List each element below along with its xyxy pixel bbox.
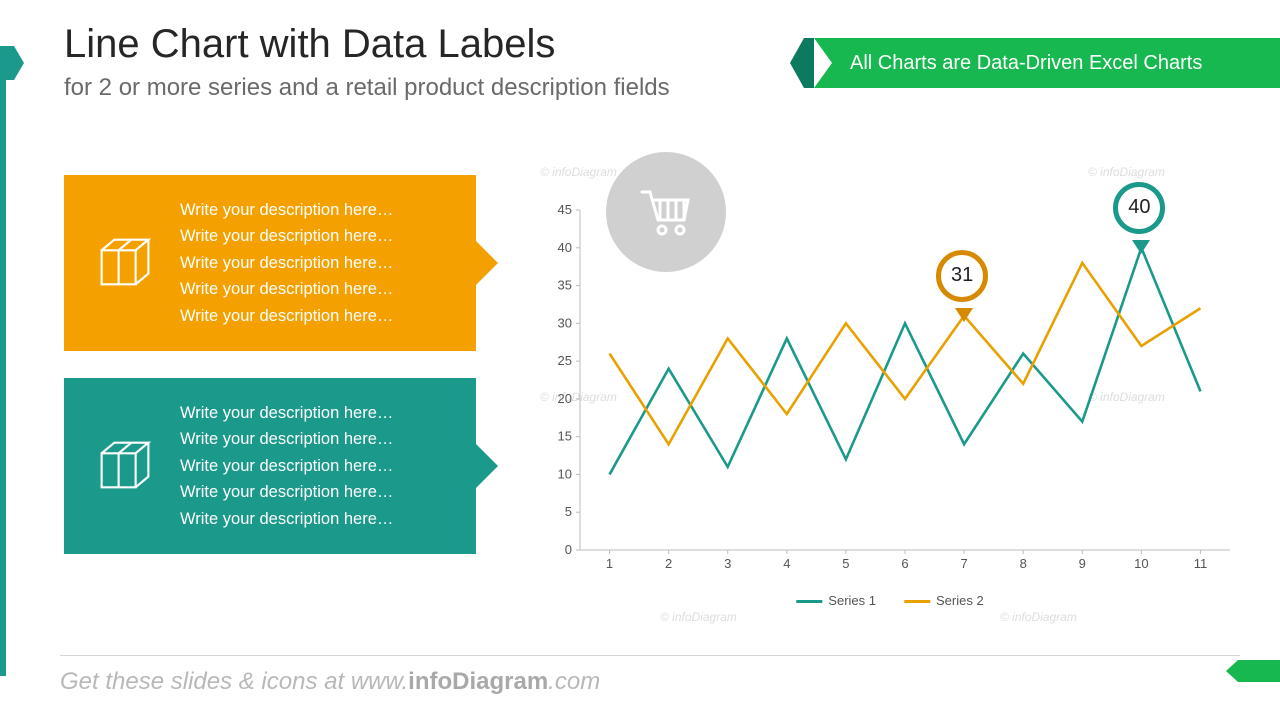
left-accent-bar [0, 46, 6, 676]
slide-subtitle: for 2 or more series and a retail produc… [64, 74, 670, 102]
desc-line: Write your description here… [180, 223, 454, 249]
watermark: © infoDiagram [540, 165, 617, 179]
desc-line: Write your description here… [180, 250, 454, 276]
left-accent-chevron [0, 46, 14, 80]
desc-line: Write your description here… [180, 453, 454, 479]
svg-text:1: 1 [606, 556, 613, 571]
legend-series-1: Series 1 [796, 593, 876, 608]
description-card-2-text: Write your description here… Write your … [164, 400, 454, 532]
description-card-1-text: Write your description here… Write your … [164, 197, 454, 329]
footer-post: .com [548, 668, 600, 695]
svg-text:35: 35 [558, 278, 572, 293]
svg-text:10: 10 [558, 466, 572, 481]
ribbon-badge: All Charts are Data-Driven Excel Charts [814, 38, 1280, 88]
desc-line: Write your description here… [180, 400, 454, 426]
svg-text:10: 10 [1134, 556, 1148, 571]
footer-accent-chevron [1238, 660, 1280, 682]
pin-value: 40 [1128, 196, 1150, 219]
svg-text:40: 40 [558, 240, 572, 255]
description-card-1: Write your description here… Write your … [64, 175, 476, 351]
svg-text:15: 15 [558, 429, 572, 444]
watermark: © infoDiagram [660, 610, 737, 624]
footer-pre: Get these slides & icons at www. [60, 668, 408, 695]
desc-line: Write your description here… [180, 276, 454, 302]
svg-text:6: 6 [901, 556, 908, 571]
desc-line: Write your description here… [180, 506, 454, 532]
desc-line: Write your description here… [180, 426, 454, 452]
desc-line: Write your description here… [180, 303, 454, 329]
svg-text:5: 5 [842, 556, 849, 571]
shopping-cart-icon [606, 152, 726, 272]
description-card-2: Write your description here… Write your … [64, 378, 476, 554]
ribbon-text: All Charts are Data-Driven Excel Charts [850, 52, 1202, 75]
footer-divider [60, 655, 1240, 656]
svg-text:30: 30 [558, 315, 572, 330]
svg-text:20: 20 [558, 391, 572, 406]
footer-bold: infoDiagram [408, 668, 548, 695]
svg-text:5: 5 [565, 504, 572, 519]
legend-label: Series 1 [828, 593, 876, 608]
svg-text:11: 11 [1194, 556, 1208, 571]
card-arrow-icon [476, 444, 498, 488]
slide-title: Line Chart with Data Labels [64, 22, 555, 67]
chart-legend: Series 1 Series 2 [796, 593, 983, 608]
data-label-pin-series2: 31 [936, 250, 992, 318]
svg-text:3: 3 [724, 556, 731, 571]
svg-text:25: 25 [558, 353, 572, 368]
desc-line: Write your description here… [180, 479, 454, 505]
svg-text:7: 7 [960, 556, 967, 571]
desc-line: Write your description here… [180, 197, 454, 223]
card-arrow-icon [476, 241, 498, 285]
legend-series-2: Series 2 [904, 593, 984, 608]
svg-text:4: 4 [783, 556, 790, 571]
watermark: © infoDiagram [1000, 610, 1077, 624]
watermark: © infoDiagram [1088, 165, 1165, 179]
svg-text:0: 0 [565, 542, 572, 557]
legend-label: Series 2 [936, 593, 984, 608]
pin-value: 31 [951, 264, 973, 287]
svg-text:45: 45 [558, 202, 572, 217]
svg-text:8: 8 [1020, 556, 1027, 571]
data-label-pin-series1: 40 [1113, 182, 1169, 250]
footer-text: Get these slides & icons at www.infoDiag… [60, 668, 600, 696]
box-icon [86, 229, 164, 297]
svg-text:2: 2 [665, 556, 672, 571]
svg-text:9: 9 [1079, 556, 1086, 571]
box-icon [86, 432, 164, 500]
